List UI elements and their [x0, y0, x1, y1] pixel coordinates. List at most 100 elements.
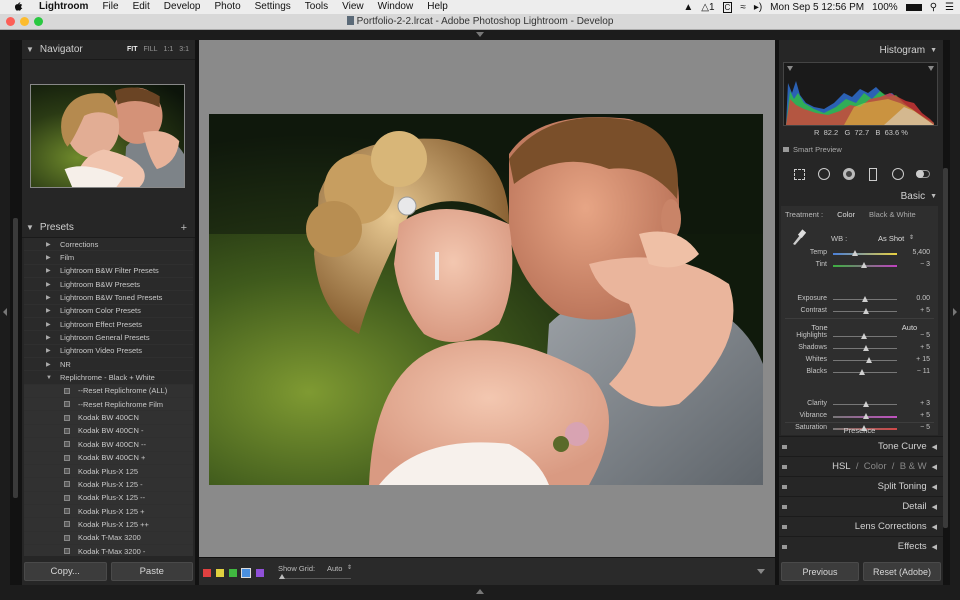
lens-corrections-panel-header[interactable]: Lens Corrections ◀ [779, 516, 943, 536]
slider-track[interactable] [833, 253, 897, 255]
menu-file[interactable]: File [95, 0, 125, 14]
right-panel-scrollbar[interactable] [943, 168, 948, 528]
color-label-yellow[interactable] [216, 569, 224, 577]
copy-button[interactable]: Copy... [24, 562, 107, 581]
preset-folder[interactable]: ▶ Lightroom Video Presets [24, 344, 193, 359]
slider-row-temp[interactable]: Temp 5,400 [781, 249, 938, 259]
menu-edit[interactable]: Edit [126, 0, 157, 14]
adjustment-brush-icon[interactable] [915, 167, 930, 181]
bw-title[interactable]: B & W [900, 461, 927, 472]
slider-value[interactable]: + 15 [916, 356, 930, 363]
clock[interactable]: Mon Sep 5 12:56 PM [770, 2, 864, 13]
panel-switch-icon[interactable] [782, 525, 787, 529]
preset-folder[interactable]: ▶ NR [24, 358, 193, 372]
preset-item[interactable]: Kodak BW 400CN + [24, 451, 193, 465]
apple-icon[interactable] [12, 2, 24, 12]
preset-item[interactable]: Kodak Plus-X 125 -- [24, 491, 193, 505]
show-grid-select[interactable]: Auto [327, 564, 342, 573]
preset-item[interactable]: Kodak Plus-X 125 + [24, 504, 193, 519]
presets-header[interactable]: ▼ Presets + [22, 218, 195, 238]
color-title[interactable]: Color [864, 461, 887, 472]
menu-window[interactable]: Window [371, 0, 421, 14]
treatment-color-option[interactable]: Color [837, 210, 855, 219]
slider-value[interactable]: + 3 [920, 400, 930, 407]
preset-folder[interactable]: ▶ Lightroom B&W Filter Presets [24, 264, 193, 279]
panel-switch-icon[interactable] [782, 445, 787, 449]
slider-row-vibrance[interactable]: Vibrance + 5 [781, 412, 938, 422]
zoom-1-1[interactable]: 1:1 [164, 46, 174, 53]
menu-help[interactable]: Help [420, 0, 455, 14]
preset-folder[interactable]: ▶ Lightroom B&W Presets [24, 278, 193, 292]
preset-folder-open[interactable]: ▼ Replichrome - Black + White [24, 371, 193, 385]
slider-value[interactable]: − 3 [920, 261, 930, 268]
flame-icon[interactable]: ▲ [683, 2, 693, 13]
panel-switch-icon[interactable] [782, 485, 787, 489]
paste-button[interactable]: Paste [110, 562, 193, 581]
preset-item[interactable]: Kodak BW 400CN - [24, 424, 193, 439]
preset-item[interactable]: --Reset Replichrome (ALL) [24, 384, 193, 399]
minimize-window-button[interactable] [20, 17, 29, 26]
slider-value[interactable]: + 5 [920, 307, 930, 314]
histogram-graph[interactable] [783, 62, 938, 126]
slider-value[interactable]: − 11 [917, 368, 930, 375]
wb-dropdown-icon[interactable]: ⇕ [909, 234, 914, 241]
notification-center-icon[interactable]: ☰ [945, 2, 954, 13]
hsl-title[interactable]: HSL [832, 461, 850, 472]
panel-switch-icon[interactable] [782, 505, 787, 509]
search-icon[interactable]: ⚲ [930, 2, 937, 13]
show-grid-dropdown-icon[interactable]: ⇕ [347, 564, 352, 571]
slider-thumb[interactable] [863, 345, 870, 351]
grid-size-slider[interactable] [279, 578, 351, 579]
filmstrip-toggle-icon[interactable] [476, 589, 484, 594]
treatment-bw-option[interactable]: Black & White [869, 210, 916, 219]
basic-header[interactable]: Basic ▼ [779, 186, 943, 206]
slider-row-clarity[interactable]: Clarity + 3 [781, 400, 938, 410]
close-window-button[interactable] [6, 17, 15, 26]
photo-preview[interactable] [209, 114, 763, 485]
smart-preview-status[interactable]: Smart Preview [783, 145, 842, 154]
preset-item[interactable]: Kodak T-Max 3200 [24, 531, 193, 545]
menu-tools[interactable]: Tools [298, 0, 335, 14]
preset-item[interactable]: Kodak Plus-X 125 ++ [24, 518, 193, 532]
navigator-header[interactable]: ▼ Navigator FIT FILL 1:1 3:1 [22, 40, 195, 60]
battery-percent[interactable]: 100% [872, 2, 898, 13]
slider-thumb[interactable] [860, 262, 867, 268]
preset-item[interactable]: --Reset Replichrome Film [24, 398, 193, 412]
tone-curve-panel-header[interactable]: Tone Curve ◀ [779, 436, 943, 456]
menu-view[interactable]: View [335, 0, 371, 14]
preset-item[interactable]: Kodak Plus-X 125 - [24, 478, 193, 492]
toolbar-content-dropdown-icon[interactable] [757, 569, 765, 574]
slider-thumb[interactable] [866, 357, 873, 363]
slider-thumb[interactable] [863, 413, 870, 419]
menu-settings[interactable]: Settings [248, 0, 298, 14]
panel-switch-icon[interactable] [782, 465, 787, 469]
previous-button[interactable]: Previous [781, 562, 859, 581]
preset-item[interactable]: Kodak Plus-X 125 [24, 464, 193, 479]
zoom-3-1[interactable]: 3:1 [179, 46, 189, 53]
volume-icon[interactable]: ▸) [754, 2, 762, 13]
spot-removal-icon[interactable] [817, 167, 831, 181]
navigator-preview[interactable] [30, 84, 185, 188]
slider-track[interactable] [833, 372, 897, 373]
image-canvas[interactable] [199, 40, 775, 557]
slider-row-tint[interactable]: Tint − 3 [781, 261, 938, 271]
slider-thumb[interactable] [858, 369, 865, 375]
left-panel-scrollbar[interactable] [13, 218, 18, 498]
menu-lightroom[interactable]: Lightroom [32, 0, 95, 14]
zoom-fill[interactable]: FILL [144, 46, 158, 53]
preset-folder[interactable]: ▶ Lightroom Effect Presets [24, 318, 193, 332]
reset-button[interactable]: Reset (Adobe) [863, 562, 941, 581]
preset-folder[interactable]: ▶ Film [24, 251, 193, 265]
preset-folder[interactable]: ▶ Lightroom General Presets [24, 331, 193, 345]
slider-value[interactable]: + 5 [920, 344, 930, 351]
top-panel-toggle-icon[interactable] [476, 32, 484, 37]
white-balance-eyedropper-icon[interactable] [790, 228, 806, 246]
grid-size-slider-thumb[interactable] [279, 574, 285, 579]
radial-filter-icon[interactable] [891, 167, 905, 181]
slider-thumb[interactable] [860, 333, 867, 339]
red-eye-icon[interactable] [842, 167, 856, 181]
slider-row-whites[interactable]: Whites + 15 [781, 356, 938, 366]
effects-panel-header[interactable]: Effects ◀ [779, 536, 943, 556]
panel-switch-icon[interactable] [782, 545, 787, 549]
slider-row-blacks[interactable]: Blacks − 11 [781, 368, 938, 378]
